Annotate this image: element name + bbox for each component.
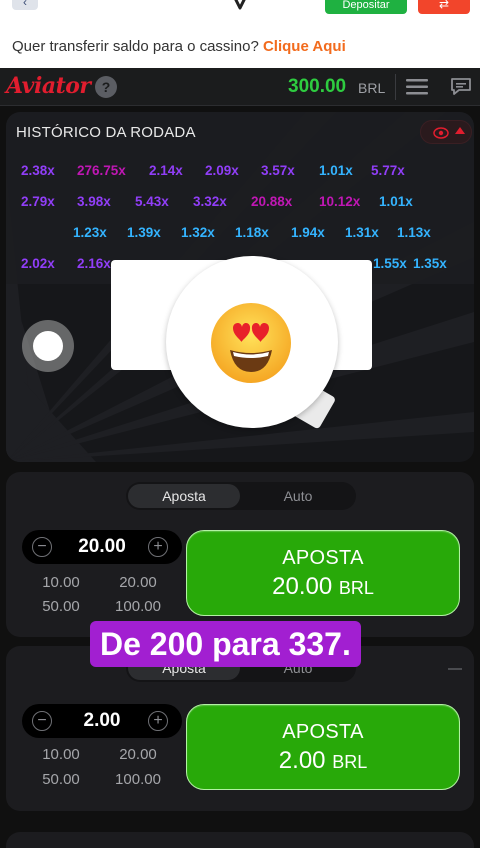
video-caption: De 200 para 337. <box>90 621 361 667</box>
history-eye-icon <box>433 127 449 139</box>
multiplier-chip: 20.88x <box>251 194 293 209</box>
transfer-link[interactable]: Clique Aqui <box>263 38 346 55</box>
heart-eyes-emoji-icon <box>211 303 291 383</box>
bet-button-amount: 20.00 BRL <box>187 573 459 601</box>
quick-stake-10[interactable]: 10.00 <box>28 574 94 591</box>
multiplier-chip: 1.55x <box>373 256 407 271</box>
history-title: HISTÓRICO DA RODADA <box>16 124 196 141</box>
multiplier-chip: 5.43x <box>135 194 169 209</box>
multiplier-chip: 2.09x <box>205 163 239 178</box>
multiplier-chip: 1.01x <box>379 194 413 209</box>
quick-stake-20[interactable]: 20.00 <box>105 746 171 763</box>
deposit-button[interactable]: Depositar <box>325 0 407 14</box>
decrease-stake-button[interactable]: − <box>32 711 52 731</box>
remove-panel-button[interactable] <box>448 668 462 670</box>
shield-icon <box>234 0 246 10</box>
site-topbar: ‹ Depositar ⇄ Quer transferir saldo para… <box>0 0 480 68</box>
multiplier-chip: 1.13x <box>397 225 431 240</box>
back-button[interactable]: ‹ <box>12 0 38 10</box>
balance-currency: BRL <box>358 80 386 96</box>
record-button-inner <box>33 331 63 361</box>
multiplier-chip: 10.12x <box>319 194 361 209</box>
multiplier-chip: 5.77x <box>371 163 405 178</box>
multiplier-chip: 3.32x <box>193 194 227 209</box>
stake-input[interactable]: 2.00 <box>62 710 142 732</box>
bet-amount-value: 2.00 <box>278 747 326 774</box>
stake-stepper: − 20.00 + <box>22 530 182 564</box>
multiplier-chip: 1.94x <box>291 225 325 240</box>
multiplier-chip: 1.31x <box>345 225 379 240</box>
bet-amount-currency: BRL <box>332 752 368 772</box>
bet-button-label: APOSTA <box>282 721 364 743</box>
bet-amount-value: 20.00 <box>272 573 333 600</box>
bet-amount-currency: BRL <box>338 578 374 598</box>
increase-stake-button[interactable]: + <box>148 711 168 731</box>
quick-stake-50[interactable]: 50.00 <box>28 771 94 788</box>
help-button[interactable]: ? <box>95 76 117 98</box>
chat-icon[interactable] <box>450 77 472 97</box>
quick-stake-10[interactable]: 10.00 <box>28 746 94 763</box>
place-bet-button[interactable]: APOSTA 2.00 BRL <box>186 704 460 790</box>
multiplier-chip: 2.14x <box>149 163 183 178</box>
multiplier-chip: 1.23x <box>73 225 107 240</box>
decrease-stake-button[interactable]: − <box>32 537 52 557</box>
aviator-logo: Aviator <box>6 73 91 99</box>
quick-stake-100[interactable]: 100.00 <box>105 598 171 615</box>
bet-mode-tabs: Aposta Auto <box>126 482 356 510</box>
multiplier-chip: 1.39x <box>127 225 161 240</box>
bet-panel-2: Aposta Auto − 2.00 + 10.00 20.00 50.00 1… <box>6 646 474 811</box>
transfer-banner: Quer transferir saldo para o cassino? Cl… <box>12 38 346 55</box>
bets-list-panel <box>6 832 474 848</box>
game-header: Aviator ? 300.00 BRL <box>0 68 480 106</box>
swap-icon[interactable]: ⇄ <box>418 0 470 14</box>
history-toggle[interactable] <box>420 120 472 144</box>
emoji-sticker <box>166 256 338 428</box>
multiplier-chip: 1.18x <box>235 225 269 240</box>
increase-stake-button[interactable]: + <box>148 537 168 557</box>
chevron-up-icon <box>455 127 465 134</box>
multiplier-chip: 2.38x <box>21 163 55 178</box>
multiplier-chip: 276.75x <box>77 163 126 178</box>
bet-button-amount: 2.00 BRL <box>187 747 459 775</box>
header-divider <box>395 74 396 100</box>
bet-panel-1: Aposta Auto − 20.00 + 10.00 20.00 50.00 … <box>6 472 474 637</box>
multiplier-chip: 1.01x <box>319 163 353 178</box>
tab-auto[interactable]: Auto <box>242 484 354 508</box>
quick-stake-20[interactable]: 20.00 <box>105 574 171 591</box>
multiplier-chip: 1.35x <box>413 256 447 271</box>
balance-amount: 300.00 <box>288 76 347 97</box>
record-button[interactable] <box>22 320 74 372</box>
multiplier-chip: 2.02x <box>21 256 55 271</box>
place-bet-button[interactable]: APOSTA 20.00 BRL <box>186 530 460 616</box>
stake-input[interactable]: 20.00 <box>62 536 142 558</box>
multiplier-chip: 3.57x <box>261 163 295 178</box>
quick-stake-50[interactable]: 50.00 <box>28 598 94 615</box>
multiplier-chip: 1.32x <box>181 225 215 240</box>
bet-button-label: APOSTA <box>282 547 364 569</box>
multiplier-chip: 2.79x <box>21 194 55 209</box>
multiplier-chip: 3.98x <box>77 194 111 209</box>
stake-stepper: − 2.00 + <box>22 704 182 738</box>
tab-aposta[interactable]: Aposta <box>128 484 240 508</box>
transfer-text: Quer transferir saldo para o cassino? <box>12 38 259 55</box>
quick-stake-100[interactable]: 100.00 <box>105 771 171 788</box>
menu-icon[interactable] <box>406 78 428 96</box>
multiplier-chip: 2.16x <box>77 256 111 271</box>
